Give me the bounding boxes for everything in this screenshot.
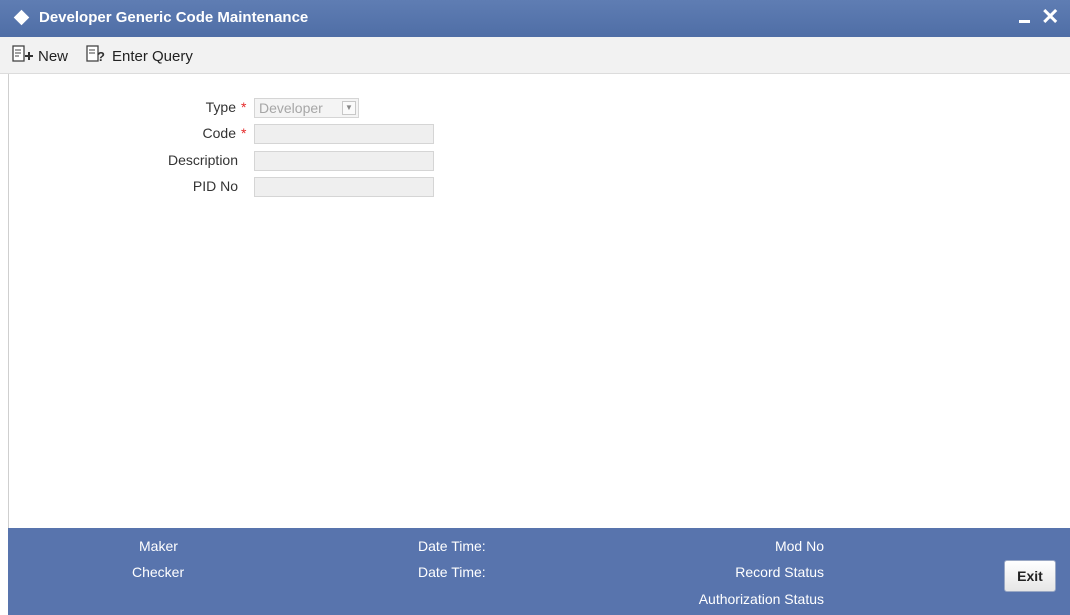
svg-text:?: ? bbox=[97, 49, 105, 63]
record-status-label: Record Status bbox=[735, 564, 824, 580]
required-marker: * bbox=[241, 99, 247, 115]
maker-label: Maker bbox=[139, 538, 178, 554]
description-field[interactable] bbox=[254, 151, 434, 171]
pid-no-label: PID No bbox=[192, 178, 238, 194]
close-icon[interactable]: ✕ bbox=[1041, 4, 1059, 30]
enter-query-button[interactable]: ? Enter Query bbox=[86, 45, 193, 67]
code-label: Code bbox=[202, 125, 236, 141]
window-titlebar: Developer Generic Code Maintenance ✕ bbox=[0, 0, 1070, 37]
pid-no-field[interactable] bbox=[254, 177, 434, 197]
authorization-status-label: Authorization Status bbox=[698, 591, 824, 607]
enter-query-button-label: Enter Query bbox=[112, 47, 193, 65]
new-button-label: New bbox=[38, 47, 69, 65]
description-label: Description bbox=[167, 152, 238, 168]
query-icon: ? bbox=[86, 45, 108, 67]
checker-label: Checker bbox=[132, 564, 185, 580]
chevron-down-icon[interactable]: ▼ bbox=[342, 101, 356, 115]
type-select-value: Developer bbox=[259, 100, 323, 116]
form-area: Type * Developer ▼ Code * Description PI… bbox=[8, 74, 1070, 528]
minimize-icon[interactable] bbox=[1019, 20, 1030, 23]
window-title: Developer Generic Code Maintenance bbox=[39, 9, 309, 26]
code-field[interactable] bbox=[254, 124, 434, 144]
exit-button[interactable]: Exit bbox=[1004, 560, 1056, 592]
new-button[interactable]: New bbox=[12, 45, 68, 67]
required-marker: * bbox=[241, 125, 247, 141]
mod-no-label: Mod No bbox=[774, 538, 824, 554]
toolbar: New ? Enter Query bbox=[0, 37, 1070, 74]
new-record-icon bbox=[12, 45, 34, 67]
type-select[interactable]: Developer ▼ bbox=[254, 98, 359, 118]
checker-datetime-label: Date Time: bbox=[418, 564, 486, 580]
maker-datetime-label: Date Time: bbox=[418, 538, 486, 554]
audit-footer: Maker Checker Date Time: Date Time: Mod … bbox=[8, 528, 1070, 615]
diamond-icon bbox=[13, 9, 30, 26]
type-label: Type bbox=[205, 99, 236, 115]
